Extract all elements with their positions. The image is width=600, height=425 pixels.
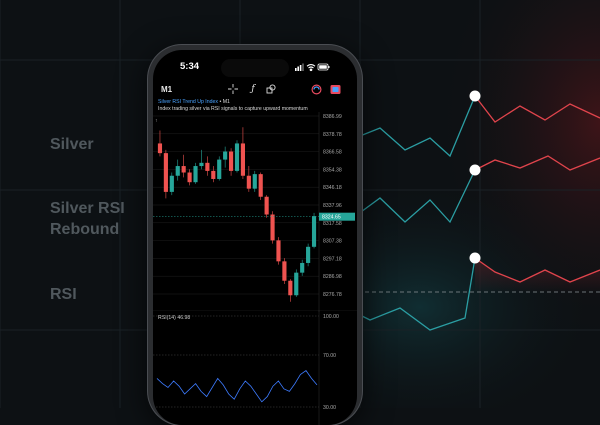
rsi-tick-label: 70.00: [323, 353, 336, 359]
battery-icon: [317, 63, 330, 71]
chart-title: Silver RSI Trend Up Index • M1: [158, 99, 230, 105]
symbol-timeframe: • M1: [219, 99, 230, 105]
candle-body: [282, 261, 287, 281]
function-icon[interactable]: ƒ: [247, 83, 259, 95]
chart-marker: ↑: [155, 118, 158, 124]
candle-body: [193, 166, 198, 183]
candle-body: [288, 280, 293, 296]
candle-body: [205, 162, 210, 171]
candle-body: [163, 153, 168, 192]
crosshair-icon[interactable]: [227, 83, 239, 95]
price-tick-label: 8297.18: [323, 256, 342, 262]
candle-body: [300, 262, 305, 273]
rsi-tick-label: 100.00: [323, 314, 339, 320]
candle-body: [157, 143, 163, 154]
chart-toolbar: M1 ƒ: [153, 83, 357, 97]
price-tick-label: 8346.18: [323, 185, 342, 191]
candle-body: [294, 272, 299, 296]
timeframe-selector[interactable]: M1: [161, 85, 172, 94]
shapes-icon[interactable]: [265, 83, 277, 95]
price-tick-label: 8276.78: [323, 292, 342, 298]
price-tick-label: 8337.96: [323, 203, 342, 209]
rsi-tick-label: 30.00: [323, 405, 336, 411]
price-chart[interactable]: 8386.99 8378.78 8366.58 8354.38 8346.18 8337.…: [153, 112, 357, 312]
candle-body: [306, 246, 311, 263]
candle-body: [199, 162, 204, 167]
label-rsi: RSI: [50, 286, 77, 303]
silver-signal-dot: [469, 90, 481, 102]
candle-body: [311, 216, 317, 247]
candle-body: [252, 174, 257, 189]
candle-body: [246, 175, 251, 189]
rebound-signal-dot: [469, 164, 481, 176]
price-tick-label: 8366.58: [323, 150, 342, 156]
candle-body: [211, 170, 216, 179]
candle-body: [217, 159, 222, 179]
candle-body: [181, 166, 186, 173]
price-tick-label: 8378.78: [323, 132, 342, 138]
wifi-icon: [306, 64, 316, 72]
candle-body: [270, 214, 275, 241]
label-silver: Silver: [50, 136, 94, 153]
price-tick-label: 8286.98: [323, 274, 342, 280]
candle-body: [264, 196, 269, 215]
symbol-name[interactable]: Silver RSI Trend Up Index: [158, 99, 218, 105]
account-icon[interactable]: [329, 83, 341, 95]
candle-body: [175, 166, 180, 176]
candle-body: [229, 151, 234, 171]
phone-screen: 5:34 M1 ƒ Silver RSI Trend Up Index • M1…: [153, 50, 357, 425]
label-silver-rsi-rebound: Silver RSI Rebound: [50, 198, 125, 240]
price-tick-label: 8317.58: [323, 221, 342, 227]
current-price-label: 8324.65: [322, 215, 341, 221]
trade-icon[interactable]: [310, 83, 322, 95]
candle-body: [234, 143, 240, 171]
candle-body: [240, 143, 245, 176]
price-tick-label: 8386.99: [323, 114, 342, 120]
phone-mockup: 5:34 M1 ƒ Silver RSI Trend Up Index • M1…: [148, 45, 362, 425]
rsi-signal-dot: [469, 252, 481, 264]
label-rebound-line2: Rebound: [50, 221, 120, 238]
status-bar: 5:34: [153, 59, 357, 77]
candle-body: [223, 151, 228, 160]
candle-body: [258, 174, 263, 197]
dynamic-island: [221, 59, 289, 77]
status-icons: [295, 63, 330, 72]
signal-icon: [295, 63, 304, 71]
price-tick-label: 8307.38: [323, 239, 342, 245]
rsi-line: [156, 370, 318, 403]
candle-body: [169, 175, 174, 192]
label-rebound-line1: Silver RSI: [50, 200, 125, 217]
candle-body: [276, 240, 281, 262]
price-tick-label: 8354.38: [323, 167, 342, 173]
status-time: 5:34: [180, 61, 200, 72]
candle-body: [187, 172, 192, 183]
